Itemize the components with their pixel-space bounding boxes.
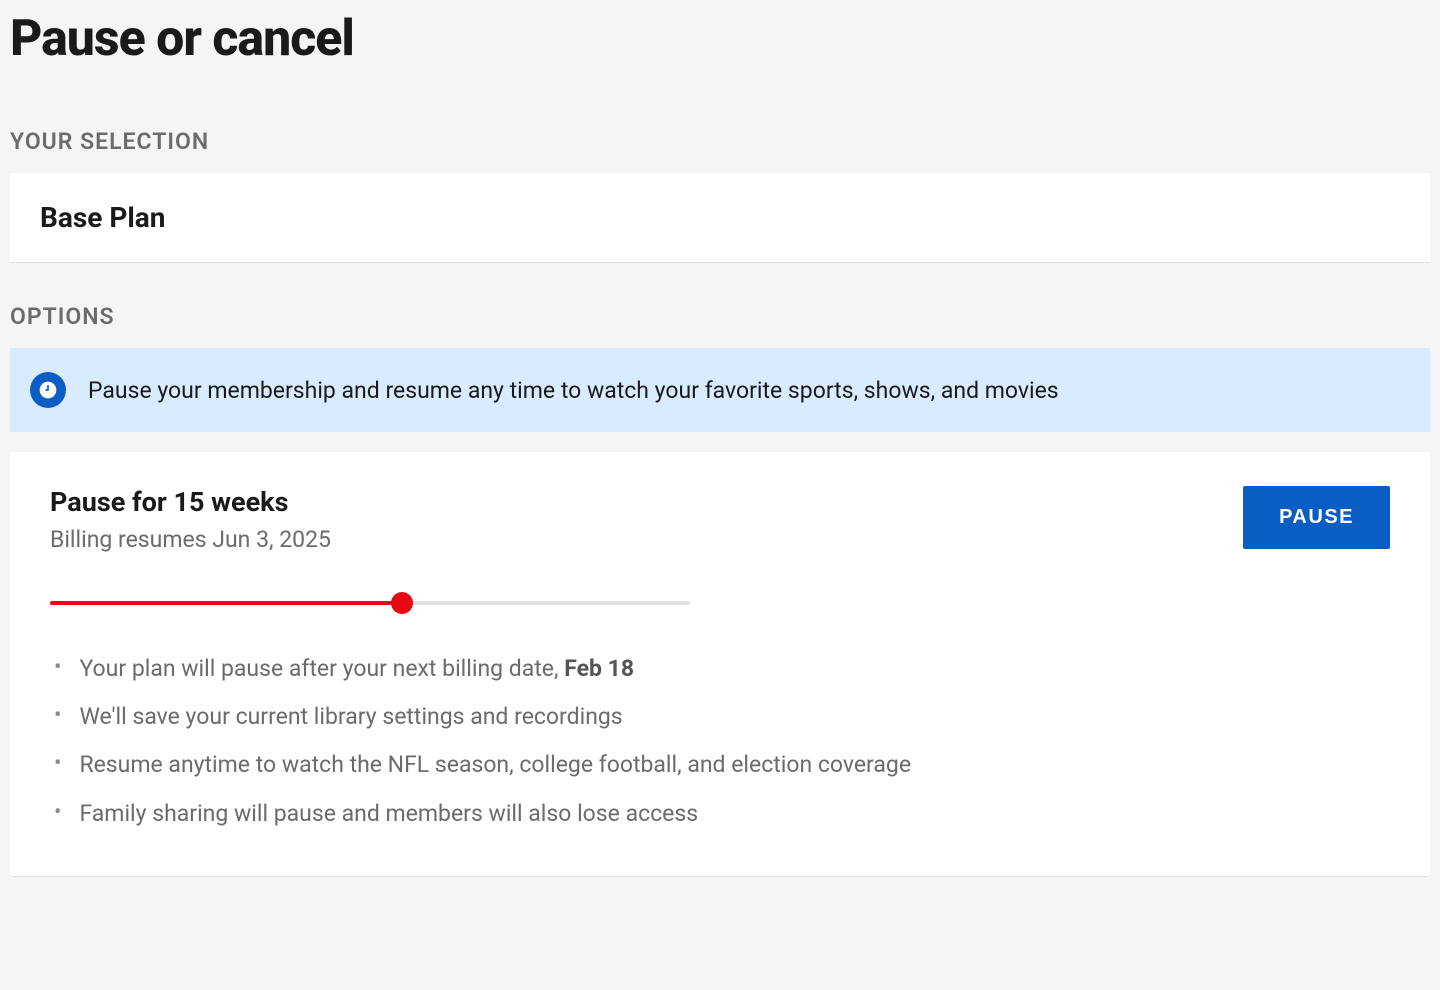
bullet-text: Resume anytime to watch the NFL season, …	[79, 749, 911, 781]
pause-button[interactable]: PAUSE	[1243, 486, 1390, 549]
pause-card: Pause for 15 weeks Billing resumes Jun 3…	[10, 452, 1430, 877]
bullet-text: We'll save your current library settings…	[79, 701, 622, 733]
pause-info-banner: Pause your membership and resume any tim…	[10, 348, 1430, 432]
slider-thumb[interactable]	[391, 592, 413, 614]
bullet-text: Your plan will pause after your next bil…	[79, 655, 564, 682]
pause-duration-title: Pause for 15 weeks	[50, 486, 331, 518]
next-billing-date: Feb 18	[564, 655, 634, 682]
bullet-text: Family sharing will pause and members wi…	[79, 798, 698, 830]
options-label: OPTIONS	[10, 303, 1430, 330]
billing-resumes-text: Billing resumes Jun 3, 2025	[50, 526, 331, 553]
clock-icon	[30, 372, 66, 408]
page-title: Pause or cancel	[10, 10, 1430, 68]
plan-card: Base Plan	[10, 173, 1430, 263]
pause-details-list: Your plan will pause after your next bil…	[50, 653, 1390, 830]
pause-duration-slider[interactable]	[50, 593, 690, 613]
list-item: Resume anytime to watch the NFL season, …	[54, 749, 1390, 781]
list-item: We'll save your current library settings…	[54, 701, 1390, 733]
info-banner-text: Pause your membership and resume any tim…	[88, 377, 1059, 404]
list-item: Your plan will pause after your next bil…	[54, 653, 1390, 685]
plan-name: Base Plan	[40, 201, 1400, 234]
list-item: Family sharing will pause and members wi…	[54, 798, 1390, 830]
your-selection-label: YOUR SELECTION	[10, 128, 1430, 155]
slider-fill	[50, 601, 402, 605]
